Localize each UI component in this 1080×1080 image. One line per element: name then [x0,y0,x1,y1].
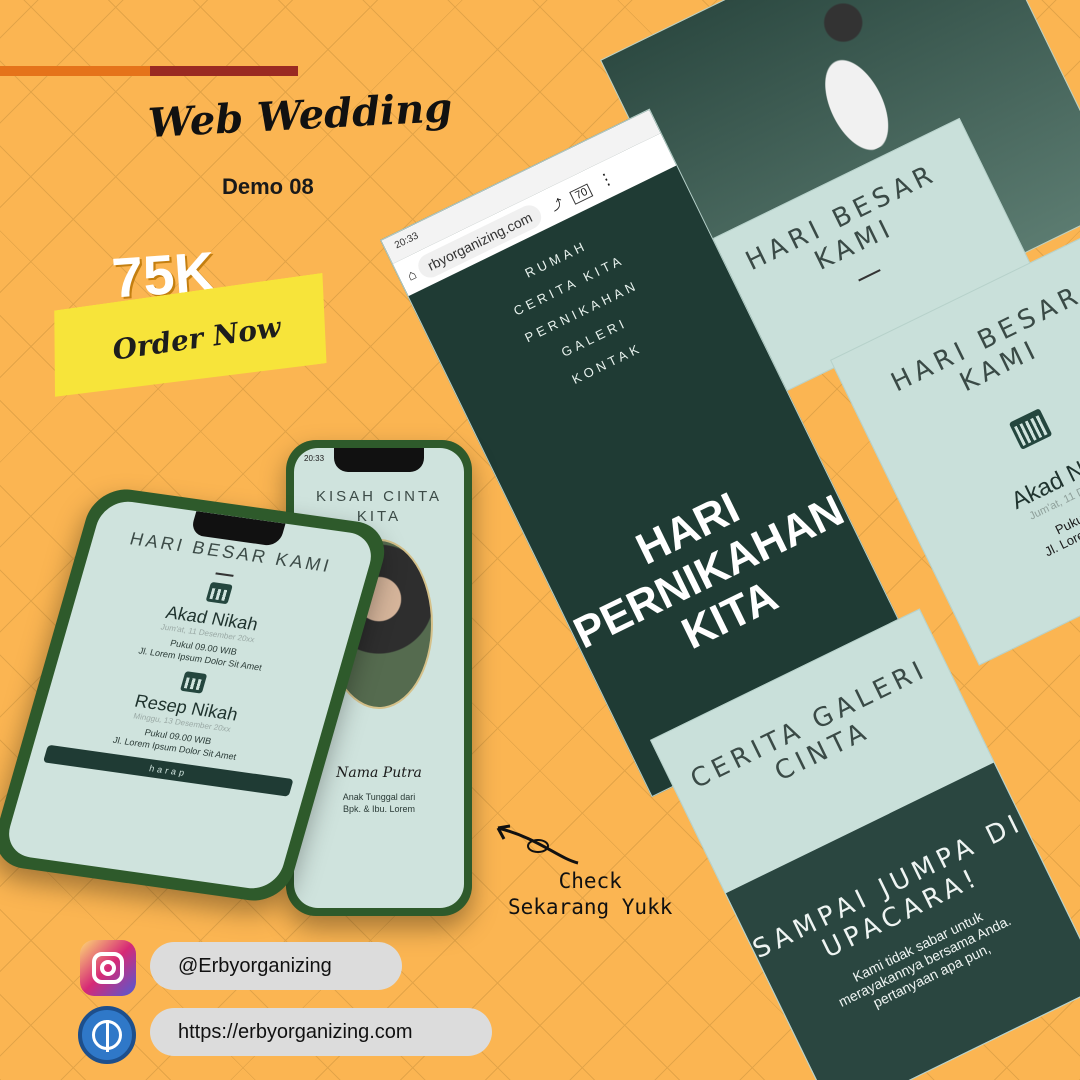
calendar-icon [179,671,208,694]
instagram-handle[interactable]: @Erbyorganizing [150,942,402,990]
demo-label: Demo 08 [222,174,314,199]
instagram-text: @Erbyorganizing [178,954,332,977]
status-time: 20:33 [392,230,421,252]
check-line-2: Sekarang Yukk [508,895,673,919]
divider [215,572,234,577]
globe-icon[interactable] [78,1006,136,1064]
share-icon[interactable]: ⤴ [549,196,566,214]
check-line-1: Check [558,869,622,893]
divider [858,269,881,282]
check-now-text: Check Sekarang Yukk [508,868,672,920]
nav-pernikahan[interactable]: PERNIKAHAN [444,239,718,383]
groom-sub-2: Bpk. & Ibu. Lorem [342,804,416,814]
calendar-icon [205,581,233,605]
website-link[interactable]: https://erbyorganizing.com [150,1008,492,1056]
accent-bar-red [150,66,298,76]
home-icon[interactable]: ⌂ [404,266,419,284]
accent-bar-orange [0,66,150,76]
phone-notch [334,448,424,472]
menu-icon[interactable]: ⋮ [596,169,618,191]
groom-sub-1: Anak Tunggal dari [342,792,416,802]
instagram-icon[interactable] [80,940,136,996]
calendar-icon [1008,408,1053,450]
website-text: https://erbyorganizing.com [178,1020,413,1043]
tab-count[interactable]: 70 [569,183,594,205]
